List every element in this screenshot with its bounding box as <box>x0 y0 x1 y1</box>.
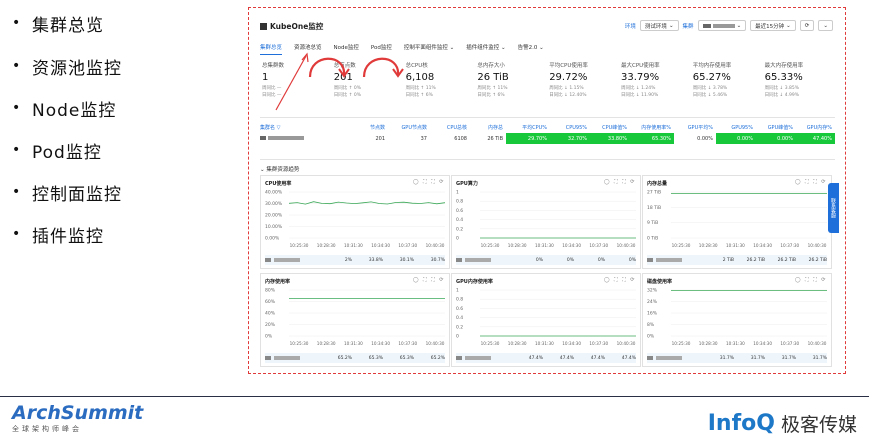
bullet-item: • Node监控 <box>12 93 116 123</box>
bullet-text: Node监控 <box>32 100 117 121</box>
annotation-curve-arrow <box>362 57 400 78</box>
bullet-item: • Pod监控 <box>12 135 102 165</box>
archsummit-logo: ArchSummit 全球架构师峰会 <box>12 402 143 434</box>
bullet-text: 控制面监控 <box>32 184 122 205</box>
infoq-cn-wordmark: 极客传媒 <box>780 414 857 436</box>
bullet-text: Pod监控 <box>32 142 102 163</box>
bullet-text: 插件监控 <box>32 226 104 247</box>
annotation-arrows <box>275 52 404 111</box>
dashboard-screenshot: KubeOne监控 环境 测试环境 ⌄ 集群 ⌄ 最近15分钟 ⌄ ⟳ ⌄ 集群总览… <box>254 13 839 368</box>
bullet-text: 资源池监控 <box>32 58 122 79</box>
bullet-text: 集群总览 <box>32 15 104 36</box>
infoq-wordmark: InfoQ <box>707 411 775 436</box>
bullet-item: • 集群总览 <box>12 8 104 38</box>
bullet-item: • 资源池监控 <box>12 51 122 81</box>
bullet-item: • 插件监控 <box>12 219 104 249</box>
bullet-item: • 控制面监控 <box>12 177 122 207</box>
archsummit-wordmark: ArchSummit <box>12 402 144 424</box>
annotation-curve-arrow <box>308 57 346 78</box>
annotation-arrow <box>275 55 307 111</box>
slide: • 集群总览 • 资源池监控 • Node监控 • Pod监控 • 控制面监控 • 插件监控… <box>0 0 869 443</box>
screenshot-frame: KubeOne监控 环境 测试环境 ⌄ 集群 ⌄ 最近15分钟 ⌄ ⟳ ⌄ 集群总览… <box>248 7 846 374</box>
archsummit-tagline: 全球架构师峰会 <box>12 425 82 433</box>
infoq-logo: InfoQ 极客传媒 <box>708 410 857 437</box>
